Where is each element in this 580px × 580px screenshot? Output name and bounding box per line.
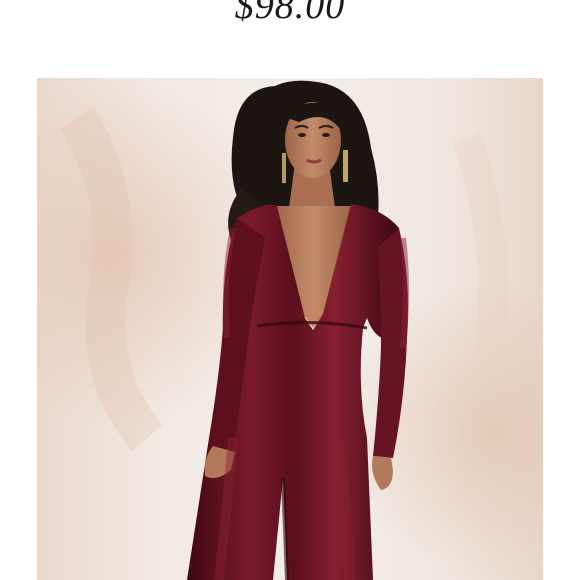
model-velvet-jumpsuit-photo-icon — [37, 78, 543, 580]
product-listing-page: $98.00 — [0, 0, 580, 580]
product-price: $98.00 — [234, 0, 346, 27]
product-photo[interactable] — [37, 78, 543, 580]
